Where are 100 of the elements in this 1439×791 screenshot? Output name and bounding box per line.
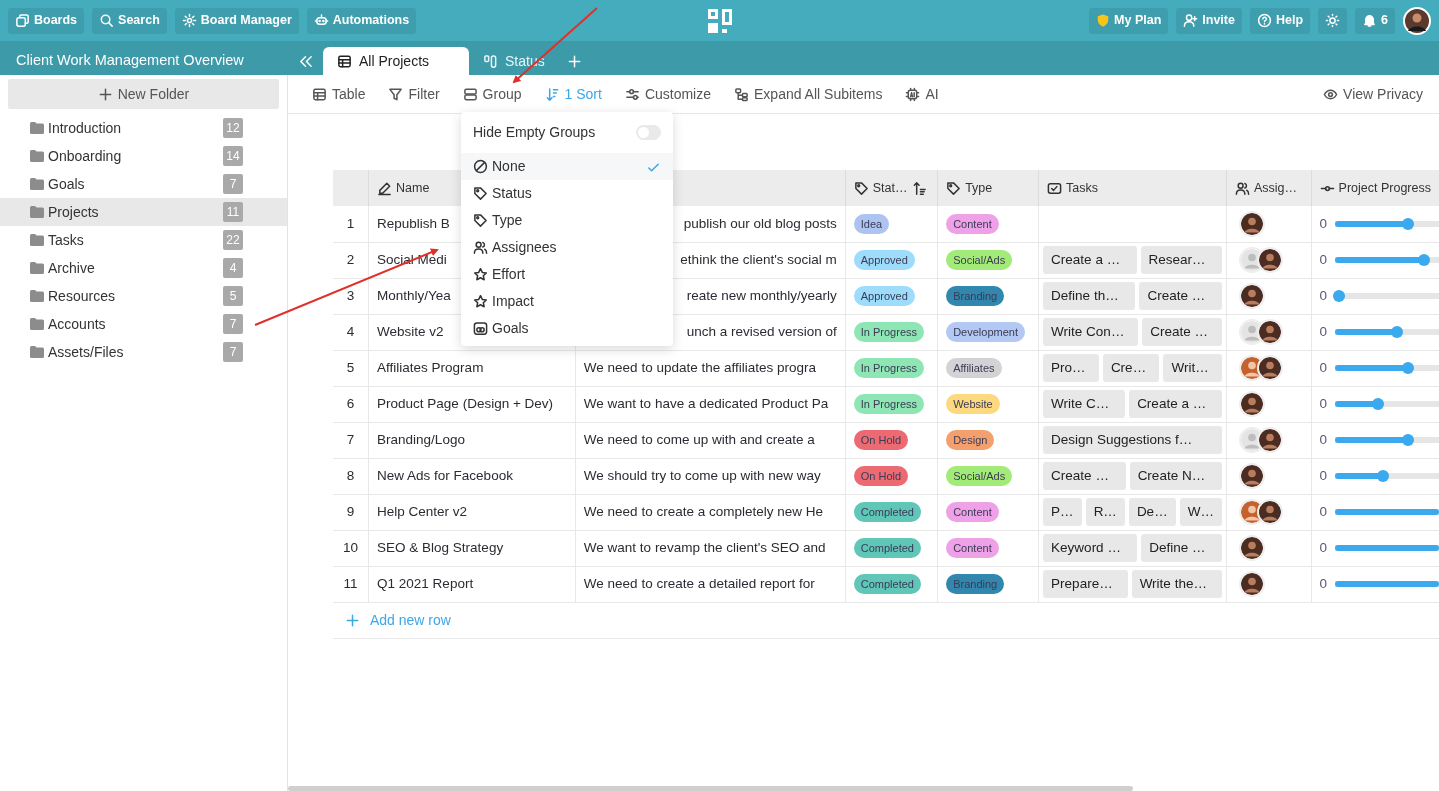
folder-item[interactable]: Assets/Files 7: [0, 338, 287, 366]
menu-label: Hide Empty Groups: [473, 123, 596, 142]
table-cell: We need to come up with and create a: [583, 431, 815, 447]
slider-handle[interactable]: [1418, 254, 1431, 266]
avatar: [1256, 319, 1283, 345]
progress-slider[interactable]: [1335, 326, 1439, 338]
menu-item[interactable]: Type: [461, 207, 673, 234]
task-chip[interactable]: Resear…: [1140, 245, 1222, 275]
task-chip[interactable]: W…: [1179, 497, 1222, 527]
slider-handle[interactable]: [1401, 217, 1414, 230]
table-cell: Website v2: [377, 323, 444, 339]
task-chip[interactable]: Pro…: [1043, 353, 1099, 383]
folder-icon: [30, 346, 44, 358]
toolbar-button[interactable]: Customize: [624, 83, 711, 105]
table-cell: Republish B: [377, 215, 450, 231]
task-chip[interactable]: Keyword …: [1043, 533, 1138, 563]
user-avatar[interactable]: [1403, 6, 1431, 35]
task-chip[interactable]: Write the…: [1131, 569, 1222, 599]
progress-slider[interactable]: [1335, 398, 1439, 410]
new-folder-button[interactable]: New Folder: [8, 79, 279, 109]
type-tag: Branding: [946, 285, 1005, 307]
folder-item[interactable]: Introduction 12: [0, 114, 287, 142]
toolbar-button[interactable]: AI: [905, 83, 939, 105]
menu-item[interactable]: Goals: [461, 315, 673, 342]
scrollbar[interactable]: [288, 786, 1133, 791]
avatar: [1238, 283, 1265, 309]
task-chip[interactable]: Create N…: [1129, 461, 1222, 491]
type-tag: Content: [946, 501, 999, 523]
folder-item[interactable]: Resources 5: [0, 282, 287, 310]
folder-item[interactable]: Goals 7: [0, 170, 287, 198]
star-icon: [473, 294, 488, 309]
task-chip[interactable]: Prepare…: [1043, 569, 1128, 599]
folder-icon: [30, 122, 44, 134]
folder-name: Onboarding: [48, 146, 122, 166]
progress-value: 0: [1319, 322, 1328, 341]
slider-handle[interactable]: [1401, 362, 1414, 374]
column-header[interactable]: Type: [965, 178, 993, 198]
folder-item[interactable]: Onboarding 14: [0, 142, 287, 170]
task-chip[interactable]: Design Suggestions f…: [1043, 425, 1222, 455]
avatar: [1256, 355, 1283, 381]
folder-icon: [30, 178, 44, 190]
progress-slider[interactable]: [1335, 434, 1439, 446]
task-chip[interactable]: P…: [1043, 497, 1082, 527]
menu-item[interactable]: Impact: [461, 288, 673, 315]
task-chip[interactable]: Define …: [1141, 533, 1222, 563]
task-chip[interactable]: Create a …: [1043, 245, 1137, 275]
tag-icon: [946, 180, 962, 196]
menu-item[interactable]: Effort: [461, 261, 673, 288]
slider-handle[interactable]: [1371, 398, 1384, 410]
task-chip[interactable]: R…: [1085, 497, 1125, 527]
slider-handle[interactable]: [1376, 470, 1389, 482]
folder-count: 7: [223, 314, 243, 334]
toolbar-button[interactable]: Expand All Subitems: [734, 83, 883, 105]
task-chip[interactable]: Cre…: [1102, 353, 1160, 383]
progress-value: 0: [1319, 394, 1328, 413]
goals-icon: [473, 321, 488, 336]
task-chip[interactable]: Writ…: [1163, 353, 1222, 383]
task-chip[interactable]: Create a …: [1129, 389, 1222, 419]
task-chip[interactable]: De…: [1128, 497, 1176, 527]
folder-item[interactable]: Archive 4: [0, 254, 287, 282]
task-chip[interactable]: Define th…: [1043, 281, 1136, 311]
table-cell: We want to have a dedicated Product Pa: [583, 395, 829, 411]
row-number: 11: [333, 566, 369, 602]
slider-handle[interactable]: [1391, 326, 1404, 338]
folder-item[interactable]: Projects 11: [0, 198, 287, 226]
table-cell: Branding/Logo: [377, 431, 465, 447]
view-tab[interactable]: All Projects: [323, 47, 469, 75]
progress-slider[interactable]: [1335, 362, 1439, 374]
folder-icon: [30, 262, 44, 274]
toolbar-button[interactable]: Group: [462, 83, 522, 105]
type-tag: Social/Ads: [946, 249, 1013, 271]
toolbar-button[interactable]: View Privacy: [1323, 83, 1423, 105]
progress-slider[interactable]: [1335, 290, 1439, 302]
slider-handle[interactable]: [1401, 434, 1414, 446]
task-chip[interactable]: Write C…: [1043, 389, 1126, 419]
menu-item[interactable]: None: [461, 153, 673, 180]
progress-slider[interactable]: [1335, 470, 1439, 482]
status-tag: Approved: [853, 285, 915, 307]
theme-button[interactable]: [1318, 7, 1348, 34]
task-chip[interactable]: Create …: [1139, 281, 1222, 311]
task-chip[interactable]: Create …: [1043, 461, 1126, 491]
row-number: 6: [333, 386, 369, 422]
folder-item[interactable]: Accounts 7: [0, 310, 287, 338]
board-title: Client Work Management Overview: [15, 51, 245, 70]
users-icon: [473, 240, 488, 255]
slider-handle[interactable]: [1333, 290, 1346, 302]
column-header[interactable]: Tasks: [1066, 178, 1099, 198]
task-chip[interactable]: Create …: [1142, 317, 1222, 347]
task-chip[interactable]: Write Con…: [1043, 317, 1139, 347]
tag-icon: [473, 186, 488, 201]
toolbar-button[interactable]: Filter: [388, 83, 440, 105]
toolbar-button[interactable]: Table: [312, 83, 366, 105]
progress-slider[interactable]: [1335, 254, 1439, 266]
menu-item[interactable]: Status: [461, 180, 673, 207]
folder-item[interactable]: Tasks 22: [0, 226, 287, 254]
table-icon: [312, 86, 327, 102]
column-header[interactable]: Name: [396, 178, 430, 198]
folder-name: Tasks: [48, 230, 84, 250]
table-cell: reate new monthly/yearly: [686, 287, 837, 303]
menu-item[interactable]: Assignees: [461, 234, 673, 261]
